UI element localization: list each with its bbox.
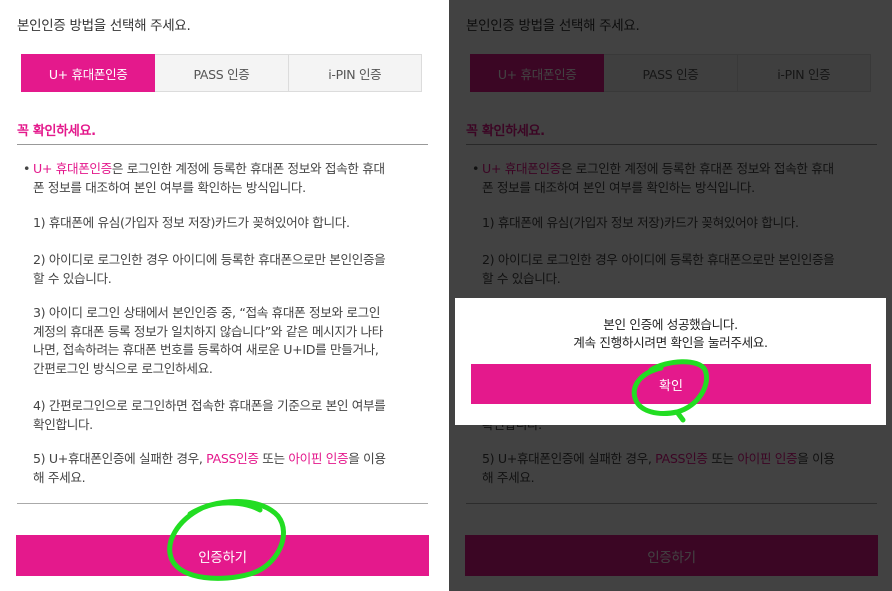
confirm-button[interactable]: 확인 — [471, 364, 871, 404]
intro-text-line2: 폰 정보를 대조하여 본인 여부를 확인하는 방식입니다. — [33, 179, 306, 195]
dialog-message-line1: 본인 인증에 성공했습니다. — [603, 317, 738, 332]
item-2-line1: 2) 아이디로 로그인한 경우 아이디에 등록한 휴대폰으로만 본인인증을 — [33, 252, 386, 267]
item-2: 2) 아이디로 로그인한 경우 아이디에 등록한 휴대폰으로만 본인인증을 할 … — [33, 251, 425, 288]
item-3-line2: 계정의 휴대폰 등록 정보가 일치하지 않습니다”와 같은 메시지가 나타 — [33, 323, 384, 339]
right-screen: 본인인증 방법을 선택해 주세요. U+ 휴대폰인증 PASS 인증 i-PIN… — [449, 0, 892, 591]
ipin-auth-link[interactable]: 아이핀 인증 — [288, 451, 348, 466]
left-screen: 본인인증 방법을 선택해 주세요. U+ 휴대폰인증 PASS 인증 i-PIN… — [0, 0, 443, 591]
bullet-icon: • — [23, 161, 31, 176]
modal-backdrop[interactable] — [449, 0, 892, 591]
divider — [17, 144, 428, 145]
pass-auth-link[interactable]: PASS인증 — [206, 451, 259, 466]
success-dialog: 본인 인증에 성공했습니다. 계속 진행하시려면 확인을 눌러주세요. 확인 — [455, 298, 886, 425]
item-5: 5) U+휴대폰인증에 실패한 경우, PASS인증 또는 아이핀 인증을 이용… — [33, 450, 425, 487]
intro-paragraph: U+ 휴대폰인증은 로그인한 계정에 등록한 휴대폰 정보와 접속한 휴대 폰 … — [33, 160, 425, 197]
item-5-suffix: 을 이용 — [348, 451, 386, 466]
tab-ipin[interactable]: i-PIN 인증 — [288, 54, 422, 92]
item-3-line1: 3) 아이디 로그인 상태에서 본인인증 중, “접속 휴대폰 정보와 로그인 — [33, 305, 381, 320]
notice-title: 꼭 확인하세요. — [17, 124, 96, 139]
tab-uplus-phone[interactable]: U+ 휴대폰인증 — [21, 54, 156, 92]
item-3-line3: 나면, 접속하려는 휴대폰 번호를 등록하여 새로운 U+ID를 만들거나, — [33, 342, 379, 357]
item-5-line2: 해 주세요. — [33, 469, 86, 485]
intro-text: 은 로그인한 계정에 등록한 휴대폰 정보와 접속한 휴대 — [111, 161, 385, 176]
verify-button[interactable]: 인증하기 — [16, 535, 429, 576]
tab-pass[interactable]: PASS 인증 — [155, 54, 289, 92]
item-4: 4) 간편로그인으로 로그인하면 접속한 휴대폰을 기준으로 본인 여부를 확인… — [33, 397, 425, 434]
divider — [17, 503, 428, 504]
item-5-prefix: 5) U+휴대폰인증에 실패한 경우, — [33, 451, 207, 466]
item-4-line2: 확인합니다. — [33, 416, 93, 432]
item-3: 3) 아이디 로그인 상태에서 본인인증 중, “접속 휴대폰 정보와 로그인 … — [33, 304, 425, 378]
instruction-text: 본인인증 방법을 선택해 주세요. — [17, 18, 191, 34]
item-3-line4: 간편로그인 방식으로 로그인하세요. — [33, 360, 213, 376]
intro-highlight: U+ 휴대폰인증 — [33, 161, 112, 176]
item-5-mid: 또는 — [258, 451, 289, 466]
dialog-message: 본인 인증에 성공했습니다. 계속 진행하시려면 확인을 눌러주세요. — [455, 316, 886, 352]
auth-method-tabs: U+ 휴대폰인증 PASS 인증 i-PIN 인증 — [21, 54, 422, 92]
item-1: 1) 휴대폰에 유심(가입자 정보 저장)카드가 꽂혀있어야 합니다. — [33, 215, 350, 230]
dialog-message-line2: 계속 진행하시려면 확인을 눌러주세요. — [573, 335, 768, 350]
item-4-line1: 4) 간편로그인으로 로그인하면 접속한 휴대폰을 기준으로 본인 여부를 — [33, 398, 386, 413]
item-2-line2: 할 수 있습니다. — [33, 270, 112, 286]
